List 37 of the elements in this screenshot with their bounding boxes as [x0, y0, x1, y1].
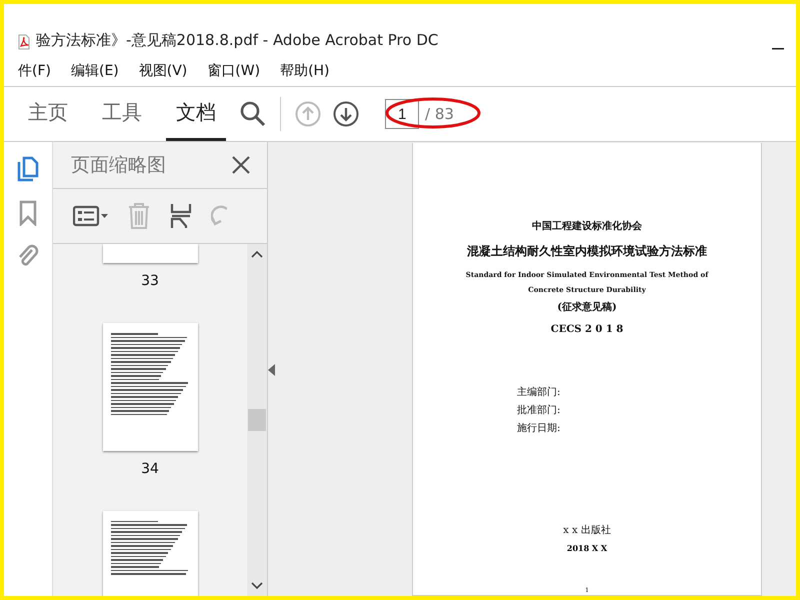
document-field-label: 主编部门:	[517, 386, 560, 399]
document-date: 2018 X X	[566, 543, 608, 553]
extract-page-icon[interactable]	[169, 202, 193, 230]
pdf-file-icon	[18, 34, 30, 50]
bookmark-panel-icon[interactable]	[19, 200, 37, 226]
options-menu-icon[interactable]	[73, 205, 109, 227]
document-publisher: x x 出版社	[563, 524, 611, 537]
minimize-icon[interactable]	[772, 48, 784, 50]
pages-panel-icon[interactable]	[17, 156, 39, 182]
document-text: CECS 2 0 1 8	[550, 324, 624, 335]
document-text: (征求意见稿)	[557, 300, 617, 314]
window-title: 验方法标准》-意见稿2018.8.pdf - Adobe Acrobat Pro DC	[36, 31, 440, 50]
menu-item[interactable]: 帮助(H)	[280, 62, 330, 80]
document-field-label: 施行日期:	[517, 422, 560, 435]
close-icon[interactable]	[231, 155, 251, 175]
page-thumbnail[interactable]	[102, 323, 198, 451]
thumbnail-page-number: 34	[141, 460, 159, 477]
document-text: 中国工程建设标准化协会	[532, 220, 642, 233]
scroll-thumb[interactable]	[248, 409, 266, 431]
thumbnail-page-number: 33	[141, 273, 159, 290]
page-thumbnail[interactable]	[102, 510, 198, 596]
menu-item[interactable]: 编辑(E)	[70, 62, 119, 80]
panel-title: 页面缩略图	[71, 153, 166, 178]
menu-item[interactable]: 窗口(W)	[207, 62, 260, 80]
document-text: 混凝土结构耐久性室内模拟环境试验方法标准	[467, 243, 707, 260]
page-total: / 83	[425, 105, 454, 123]
scroll-down-icon[interactable]	[251, 582, 263, 590]
menu-item[interactable]: 件(F)	[18, 62, 51, 80]
toolbar-tab[interactable]: 主页	[18, 87, 78, 141]
search-icon[interactable]	[240, 101, 266, 127]
scroll-up-icon[interactable]	[251, 250, 263, 258]
menu-item[interactable]: 视图(V)	[138, 62, 188, 80]
scrollbar[interactable]	[247, 244, 267, 596]
document-field-label: 批准部门:	[517, 404, 560, 417]
page-thumbnail[interactable]	[102, 244, 198, 264]
arrow-down-icon[interactable]	[333, 101, 359, 127]
toolbar-tab[interactable]: 工具	[92, 87, 152, 141]
